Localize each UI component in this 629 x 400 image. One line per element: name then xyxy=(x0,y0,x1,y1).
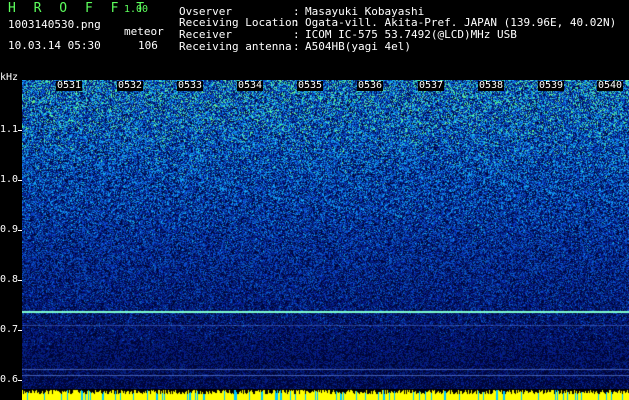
image-filename: 1003140530.png xyxy=(8,18,101,31)
y-tick-label: 1.0 xyxy=(0,174,19,185)
y-tick-label: 0.8 xyxy=(0,274,19,285)
info-value: A504HB(yagi 4el) xyxy=(305,40,411,53)
time-label: 0534 xyxy=(237,80,264,91)
hroff-window: H R O F F T 1.00 1003140530.png meteor 1… xyxy=(0,0,629,400)
frequency-axis: kHz 1.1 1.0 0.9 0.8 0.7 0.6 xyxy=(0,72,22,400)
capture-datetime: 10.03.14 05:30 xyxy=(8,39,101,52)
y-tick-label: 0.6 xyxy=(0,374,19,385)
meteor-count-value: 106 xyxy=(138,39,158,52)
time-label: 0535 xyxy=(297,80,324,91)
bottom-level-strip xyxy=(22,389,629,400)
time-label: 0533 xyxy=(177,80,204,91)
axis-unit-label: kHz xyxy=(0,72,19,83)
y-tick-mark xyxy=(18,130,22,131)
time-label: 0538 xyxy=(478,80,505,91)
time-label: 0540 xyxy=(597,80,624,91)
y-tick-mark xyxy=(18,330,22,331)
info-key: Receiving antenna xyxy=(179,40,292,53)
y-tick-label: 0.9 xyxy=(0,224,19,235)
time-label: 0532 xyxy=(117,80,144,91)
app-version: 1.00 xyxy=(124,4,149,15)
y-tick-mark xyxy=(18,180,22,181)
y-tick-mark xyxy=(18,230,22,231)
y-tick-mark xyxy=(18,280,22,281)
y-tick-label: 0.7 xyxy=(0,324,19,335)
y-tick-mark xyxy=(18,380,22,381)
time-label: 0531 xyxy=(56,80,83,91)
info-row-antenna: Receiving antenna: A504HB(yagi 4el) xyxy=(179,41,411,53)
time-label: 0539 xyxy=(538,80,565,91)
info-separator: : xyxy=(293,40,300,53)
spectrogram-canvas xyxy=(22,80,629,400)
time-label: 0537 xyxy=(418,80,445,91)
meteor-count-label: meteor xyxy=(124,25,164,38)
y-tick-label: 1.1 xyxy=(0,124,19,135)
time-label: 0536 xyxy=(357,80,384,91)
